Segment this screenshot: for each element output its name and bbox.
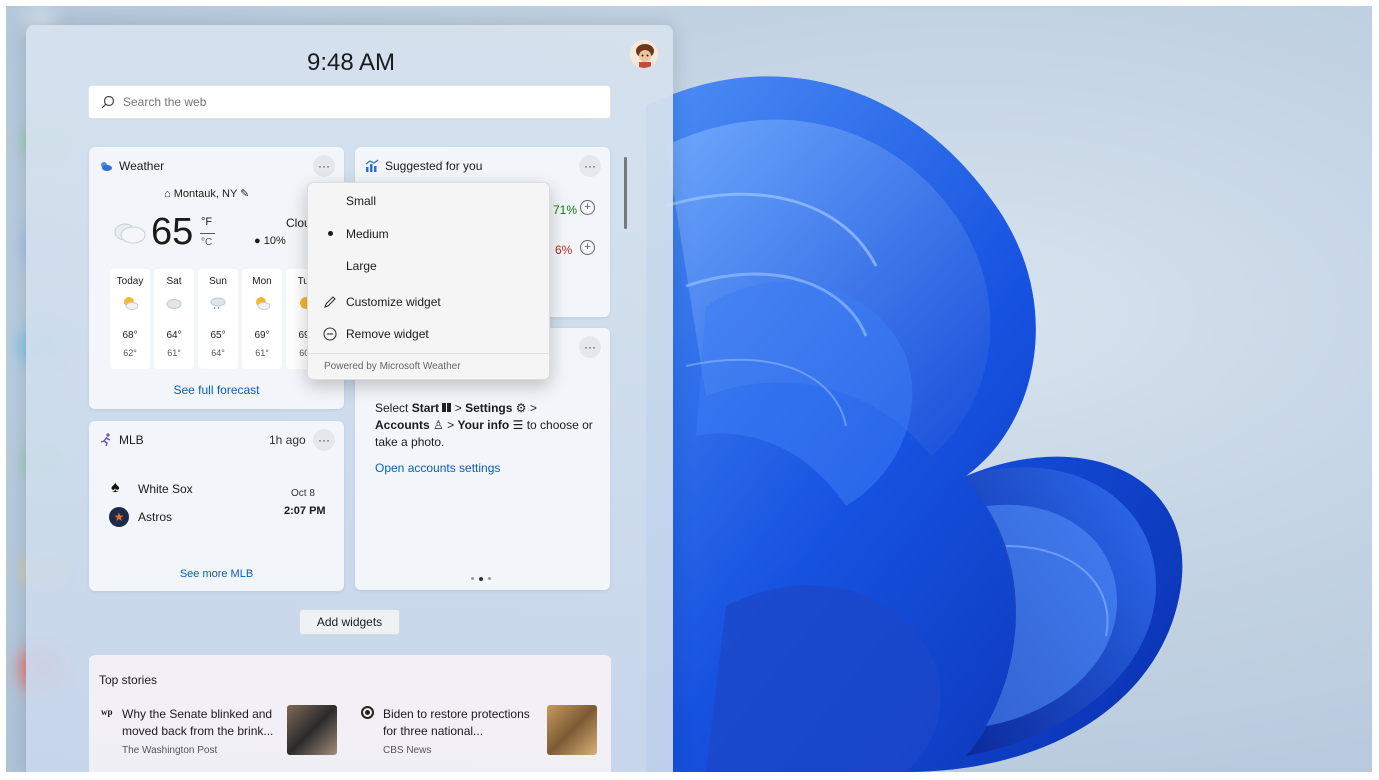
team-name: Astros (138, 510, 173, 524)
weather-widget: Weather ··· ⌂ Montauk, NY ✎ 65 °F °C Clo… (89, 147, 344, 409)
edit-location-icon[interactable]: ✎ (240, 188, 249, 200)
menu-item-remove-widget[interactable]: Remove widget (308, 320, 551, 348)
top-stories-title: Top stories (99, 673, 158, 687)
gear-icon: ⚙ (515, 401, 527, 415)
menu-item-large[interactable]: Large (308, 252, 551, 280)
cloudy-icon (166, 299, 182, 309)
weather-more-options-button[interactable]: ··· (313, 155, 335, 177)
remove-circle-icon (323, 327, 337, 341)
menu-separator (308, 353, 551, 354)
team-name: White Sox (138, 482, 193, 496)
mlb-more-options-button[interactable]: ··· (313, 429, 335, 451)
story-source: The Washington Post (122, 745, 218, 756)
stock-change-value: 71% (553, 203, 578, 217)
raindrop-icon: ● (254, 235, 261, 247)
menu-item-customize-widget[interactable]: Customize widget (308, 288, 551, 316)
game-date: Oct 8 (291, 488, 315, 499)
see-more-mlb-link[interactable]: See more MLB (89, 568, 344, 580)
widgets-panel: 9:48 AM Weather · (26, 25, 673, 772)
story-item[interactable]: wp Why the Senate blinked and moved back… (99, 703, 339, 763)
open-accounts-settings-link[interactable]: Open accounts settings (375, 461, 500, 475)
unit-fahrenheit[interactable]: °F (201, 216, 212, 228)
menu-footer: Powered by Microsoft Weather (324, 361, 461, 372)
chart-trend-icon (365, 159, 379, 172)
person-card-icon: ☰ (512, 418, 524, 432)
widget-size-menu: Small Medium Large Customize widget Remo… (307, 182, 551, 380)
mlb-title: MLB (119, 433, 144, 447)
add-stock-button[interactable]: + (580, 200, 595, 215)
story-item[interactable]: Biden to restore protections for three n… (361, 703, 601, 763)
carousel-dots[interactable] (471, 577, 491, 581)
tips-more-options-button[interactable]: ··· (579, 336, 601, 358)
story-headline: Biden to restore protections for three n… (383, 707, 530, 738)
selected-dot-icon (328, 231, 333, 236)
weather-title: Weather (119, 159, 165, 173)
rain-icon (210, 297, 226, 310)
pencil-icon (324, 296, 336, 308)
story-source: CBS News (383, 745, 432, 756)
partly-sunny-icon (124, 297, 138, 310)
weather-location[interactable]: ⌂ Montauk, NY ✎ (164, 187, 249, 200)
mlb-widget: MLB 1h ago ··· ♠ White Sox ★ Astros Oct … (89, 421, 344, 591)
home-icon: ⌂ (164, 188, 171, 200)
menu-item-medium[interactable]: Medium (308, 220, 551, 248)
forecast-day[interactable]: Sun 65° 64° (198, 269, 238, 369)
story-headline: Why the Senate blinked and moved back fr… (122, 707, 274, 738)
user-avatar[interactable] (629, 39, 659, 69)
tip-text: Select Start > Settings ⚙ > Accounts ♙ >… (375, 401, 593, 449)
story-thumbnail (287, 705, 337, 755)
suggested-more-options-button[interactable]: ··· (579, 155, 601, 177)
game-time: 2:07 PM (284, 505, 326, 517)
precipitation: ● 10% (254, 235, 286, 247)
search-icon (101, 95, 115, 109)
clock-time: 9:48 AM (306, 49, 396, 76)
unit-celsius[interactable]: °C (201, 237, 212, 248)
see-full-forecast-link[interactable]: See full forecast (89, 383, 344, 397)
partly-sunny-icon (256, 297, 270, 310)
top-stories-section: Top stories wp Why the Senate blinked an… (89, 655, 611, 772)
menu-item-small[interactable]: Small (308, 187, 551, 215)
weather-cloud-icon (101, 162, 112, 171)
desktop: 9:48 AM Weather · (6, 6, 1372, 772)
forecast-day[interactable]: Mon 69° 61° (242, 269, 282, 369)
add-widgets-button[interactable]: Add widgets (299, 609, 400, 635)
forecast-day[interactable]: Sat 64° 61° (154, 269, 194, 369)
scrollbar[interactable] (624, 157, 627, 229)
search-input[interactable] (123, 95, 583, 109)
mlb-time-ago: 1h ago (269, 433, 306, 447)
white-sox-logo-icon: ♠ (111, 479, 120, 496)
cbs-eye-logo-icon (361, 706, 374, 719)
astros-logo-icon: ★ (109, 507, 129, 527)
forecast-day[interactable]: Today 68° 62° (110, 269, 150, 369)
current-temperature: 65 (151, 211, 194, 253)
add-stock-button[interactable]: + (580, 240, 595, 255)
washington-post-logo-icon: wp (101, 707, 113, 717)
suggested-title: Suggested for you (385, 159, 483, 173)
search-box[interactable] (88, 85, 611, 119)
running-person-icon (100, 433, 111, 447)
person-icon: ♙ (433, 418, 444, 432)
cloudy-weather-icon (114, 223, 146, 244)
unit-divider (200, 233, 215, 234)
story-thumbnail (547, 705, 597, 755)
stock-change-value: 6% (555, 243, 573, 257)
